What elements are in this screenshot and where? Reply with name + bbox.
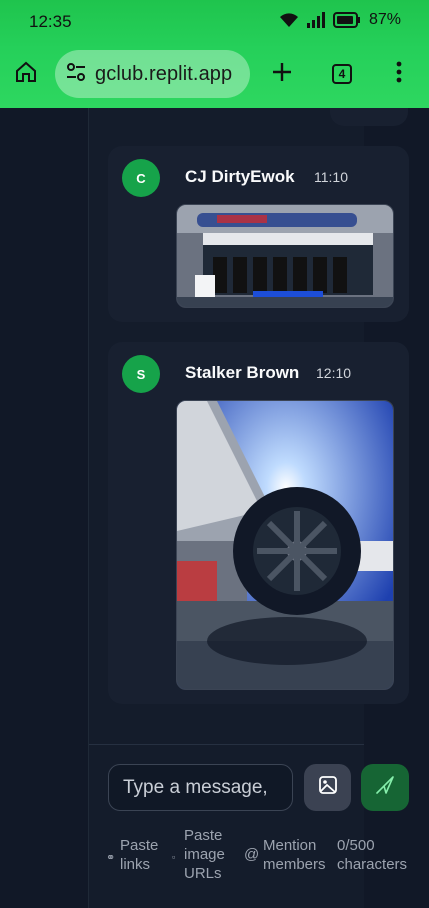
divider	[89, 744, 364, 745]
character-counter: 0/500 characters	[337, 837, 408, 873]
message-time: 11:10	[314, 169, 348, 185]
avatar[interactable]: C	[122, 159, 160, 197]
home-button[interactable]	[6, 54, 46, 94]
link-icon: ⚭	[106, 852, 116, 864]
avatar[interactable]: S	[122, 355, 160, 393]
url-text: gclub.replit.app	[95, 62, 233, 85]
wifi-icon	[279, 12, 299, 28]
message-composer: ⚭ Paste links ▫ Paste image URLs @ Menti…	[89, 744, 429, 908]
site-settings-icon[interactable]	[65, 61, 87, 88]
send-icon	[375, 775, 395, 800]
url-bar: gclub.replit.app 4	[0, 50, 429, 98]
battery-icon	[332, 12, 361, 28]
message-image[interactable]	[176, 400, 394, 690]
address-bar[interactable]: gclub.replit.app	[55, 50, 250, 98]
message-card	[330, 108, 408, 126]
message-image[interactable]	[176, 204, 394, 308]
more-menu-button[interactable]	[379, 54, 419, 94]
attach-image-button[interactable]	[304, 764, 351, 811]
tab-count: 4	[332, 64, 352, 84]
composer-hints: ⚭ Paste links ▫ Paste image URLs @ Menti…	[106, 827, 416, 894]
tab-switcher-button[interactable]: 4	[322, 54, 362, 94]
plus-icon	[271, 61, 293, 88]
message-input[interactable]	[108, 764, 293, 811]
message-author[interactable]: Stalker Brown	[185, 363, 299, 383]
new-tab-button[interactable]	[262, 54, 302, 94]
image-icon	[318, 775, 338, 800]
message-author[interactable]: CJ DirtyEwok	[185, 167, 295, 187]
signal-icon	[306, 12, 325, 28]
status-bar: 12:35 87%	[0, 0, 429, 44]
status-time: 12:35	[29, 12, 72, 31]
send-button[interactable]	[361, 764, 409, 811]
at-icon: @	[244, 846, 260, 863]
message-time: 12:10	[316, 365, 352, 381]
home-icon	[14, 60, 38, 89]
browser-chrome: 12:35 87% gclub.replit.app 4	[0, 0, 429, 108]
more-vertical-icon	[396, 61, 402, 88]
sidebar	[0, 108, 89, 908]
battery-percent: 87%	[368, 11, 401, 28]
image-small-icon: ▫	[172, 852, 176, 862]
